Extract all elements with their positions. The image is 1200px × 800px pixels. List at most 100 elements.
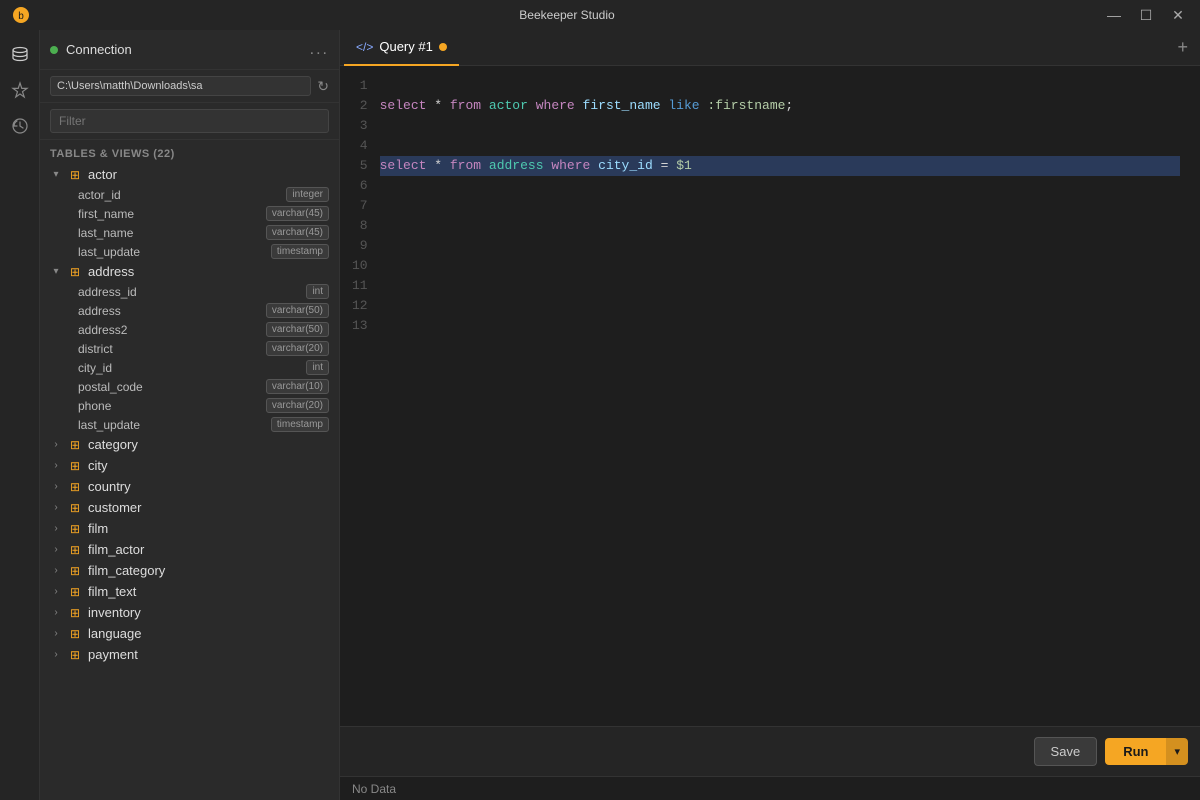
table-row-language[interactable]: › ⊞ language <box>40 623 339 644</box>
column-name: district <box>78 342 113 356</box>
code-line-7 <box>380 196 1180 216</box>
table-name-film-text: film_text <box>88 584 136 599</box>
filter-row <box>40 103 339 140</box>
tables-list: ▾ ⊞ actor actor_id integer first_name va… <box>40 164 339 800</box>
column-row[interactable]: first_name varchar(45) <box>40 204 339 223</box>
connection-bar: Connection ... <box>40 30 339 70</box>
line-number: 1 <box>352 76 368 96</box>
column-name: address_id <box>78 285 137 299</box>
table-row-actor[interactable]: ▾ ⊞ actor <box>40 164 339 185</box>
column-row[interactable]: last_name varchar(45) <box>40 223 339 242</box>
code-content: select * from actor where first_name lik… <box>380 76 1200 336</box>
table-icon: ⊞ <box>68 480 82 494</box>
column-type: varchar(50) <box>266 303 329 318</box>
line-number: 12 <box>352 296 368 316</box>
column-row[interactable]: last_update timestamp <box>40 242 339 261</box>
table-icon: ⊞ <box>68 459 82 473</box>
new-tab-button[interactable]: + <box>1169 37 1196 58</box>
columns-list-address: address_id int address varchar(50) addre… <box>40 282 339 434</box>
app-logo: b <box>12 6 30 24</box>
code-line-4 <box>380 136 1180 156</box>
column-type: timestamp <box>271 417 329 432</box>
sidebar-history-icon[interactable] <box>4 110 36 142</box>
column-type: varchar(45) <box>266 225 329 240</box>
table-row-film-category[interactable]: › ⊞ film_category <box>40 560 339 581</box>
sidebar-database-icon[interactable] <box>4 38 36 70</box>
table-row-customer[interactable]: › ⊞ customer <box>40 497 339 518</box>
table-name-city: city <box>88 458 108 473</box>
column-row[interactable]: city_id int <box>40 358 339 377</box>
table-row-inventory[interactable]: › ⊞ inventory <box>40 602 339 623</box>
table-icon: ⊞ <box>68 648 82 662</box>
maximize-button[interactable]: ☐ <box>1136 7 1156 24</box>
bottom-toolbar: Save Run ▾ <box>340 726 1200 776</box>
tab-dirty-indicator <box>439 43 447 51</box>
chevron-right-icon: › <box>50 607 62 618</box>
line-number: 4 <box>352 136 368 156</box>
run-button[interactable]: Run <box>1105 738 1166 765</box>
column-type: varchar(45) <box>266 206 329 221</box>
column-type: int <box>306 284 329 299</box>
table-row-category[interactable]: › ⊞ category <box>40 434 339 455</box>
sidebar-star-icon[interactable] <box>4 74 36 106</box>
filter-input[interactable] <box>50 109 329 133</box>
column-type: varchar(20) <box>266 341 329 356</box>
code-line-2: select * from actor where first_name lik… <box>380 96 1180 116</box>
column-row[interactable]: postal_code varchar(10) <box>40 377 339 396</box>
column-row[interactable]: address_id int <box>40 282 339 301</box>
table-name-film-category: film_category <box>88 563 165 578</box>
column-row[interactable]: district varchar(20) <box>40 339 339 358</box>
table-row-film-text[interactable]: › ⊞ film_text <box>40 581 339 602</box>
table-icon: ⊞ <box>68 522 82 536</box>
column-row[interactable]: last_update timestamp <box>40 415 339 434</box>
connection-label: Connection <box>66 42 302 57</box>
chevron-right-icon: › <box>50 460 62 471</box>
table-name-film-actor: film_actor <box>88 542 144 557</box>
table-row-film[interactable]: › ⊞ film <box>40 518 339 539</box>
table-name-film: film <box>88 521 108 536</box>
chevron-right-icon: › <box>50 481 62 492</box>
db-refresh-button[interactable]: ↻ <box>317 78 329 95</box>
line-number: 3 <box>352 116 368 136</box>
table-group-address: ▾ ⊞ address address_id int address varch… <box>40 261 339 434</box>
run-dropdown-button[interactable]: ▾ <box>1166 738 1188 765</box>
column-row[interactable]: actor_id integer <box>40 185 339 204</box>
table-row-payment[interactable]: › ⊞ payment <box>40 644 339 665</box>
column-name: phone <box>78 399 111 413</box>
table-name-inventory: inventory <box>88 605 141 620</box>
columns-list-actor: actor_id integer first_name varchar(45) … <box>40 185 339 261</box>
column-type: varchar(50) <box>266 322 329 337</box>
table-icon: ⊞ <box>68 168 82 182</box>
tab-query-1[interactable]: </> Query #1 <box>344 30 459 66</box>
line-number: 8 <box>352 216 368 236</box>
column-row[interactable]: address varchar(50) <box>40 301 339 320</box>
editor-area[interactable]: 1 2 3 4 5 6 7 8 9 10 11 12 13 select * f <box>340 66 1200 726</box>
table-name-actor: actor <box>88 167 117 182</box>
minimize-button[interactable]: — <box>1104 7 1124 24</box>
close-button[interactable]: ✕ <box>1168 7 1188 24</box>
table-name-category: category <box>88 437 138 452</box>
table-name-language: language <box>88 626 142 641</box>
connection-more-button[interactable]: ... <box>310 41 329 59</box>
table-row-city[interactable]: › ⊞ city <box>40 455 339 476</box>
table-row-film-actor[interactable]: › ⊞ film_actor <box>40 539 339 560</box>
column-name: postal_code <box>78 380 143 394</box>
chevron-right-icon: › <box>50 502 62 513</box>
db-path-select[interactable]: C:\Users\matth\Downloads\sa <box>50 76 311 96</box>
no-data-label: No Data <box>352 782 396 796</box>
query-tab-icon: </> <box>356 40 373 54</box>
line-number: 10 <box>352 256 368 276</box>
app-title: Beekeeper Studio <box>519 8 614 22</box>
column-row[interactable]: address2 varchar(50) <box>40 320 339 339</box>
table-name-payment: payment <box>88 647 138 662</box>
chevron-right-icon: › <box>50 586 62 597</box>
titlebar-left: b <box>12 6 30 24</box>
save-button[interactable]: Save <box>1034 737 1098 766</box>
main-layout: Connection ... C:\Users\matth\Downloads\… <box>0 30 1200 800</box>
column-name: last_name <box>78 226 133 240</box>
table-icon: ⊞ <box>68 265 82 279</box>
table-row-address[interactable]: ▾ ⊞ address <box>40 261 339 282</box>
table-row-country[interactable]: › ⊞ country <box>40 476 339 497</box>
tab-bar: </> Query #1 + <box>340 30 1200 66</box>
column-row[interactable]: phone varchar(20) <box>40 396 339 415</box>
